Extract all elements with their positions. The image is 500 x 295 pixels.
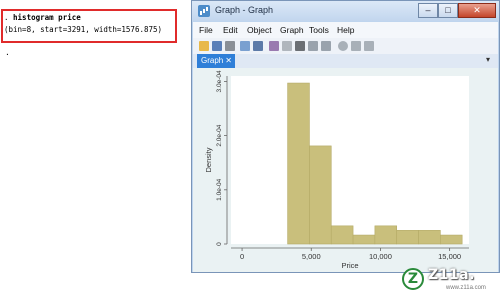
plot-frame: [231, 76, 469, 244]
command-output: . histogram price (bin=8, start=3291, wi…: [4, 12, 162, 36]
save-icon[interactable]: [212, 41, 222, 51]
minimize-button[interactable]: –: [418, 3, 438, 18]
results-prompt: .: [5, 48, 10, 57]
histogram-bar: [440, 234, 463, 245]
record-icon[interactable]: [338, 41, 348, 51]
menu-tools[interactable]: Tools: [309, 25, 329, 35]
menu-help[interactable]: Help: [337, 25, 354, 35]
command-prefix: .: [4, 13, 14, 22]
tab-graph-label: Graph: [201, 56, 224, 65]
y-tick-label: 2.0e-04: [216, 124, 223, 146]
histogram-bar: [309, 145, 332, 245]
histogram-chart: 0 5,000 10,000 15,000 0 1.0e-04 2.0e-04 3.0e-04…: [204, 70, 469, 270]
histogram-bar: [396, 230, 419, 245]
print-icon[interactable]: [225, 41, 235, 51]
redo-icon[interactable]: [321, 41, 331, 51]
rename-icon[interactable]: [253, 41, 263, 51]
menu-object[interactable]: Object: [247, 25, 272, 35]
x-axis-title: Price: [341, 261, 358, 270]
menu-bar: File Edit Object Graph Tools Help: [193, 22, 498, 38]
watermark-url: www.z11a.com: [446, 285, 486, 291]
window-titlebar[interactable]: Graph - Graph – □ ✕: [192, 1, 499, 21]
close-button[interactable]: ✕: [458, 3, 496, 18]
editor-icon[interactable]: [269, 41, 279, 51]
y-axis-title: Density: [204, 147, 213, 172]
maximize-button[interactable]: □: [438, 3, 458, 18]
grid-icon[interactable]: [282, 41, 292, 51]
graph-app-icon: [198, 5, 210, 17]
histogram-output: (bin=8, start=3291, width=1576.875): [4, 25, 163, 34]
window-title: Graph - Graph: [215, 5, 274, 15]
undo-icon[interactable]: [308, 41, 318, 51]
graph-window: Graph - Graph – □ ✕ File Edit Object Gra…: [191, 0, 500, 273]
x-tick-label: 15,000: [438, 252, 461, 261]
x-tick-label: 5,000: [302, 252, 321, 261]
pointer-icon[interactable]: [295, 41, 305, 51]
watermark-text: Z11a.: [428, 267, 475, 283]
y-tick-label: 0: [216, 242, 223, 246]
pause-icon[interactable]: [351, 41, 361, 51]
watermark-logo: Z: [402, 268, 424, 290]
x-tick-label: 10,000: [369, 252, 392, 261]
tab-row: Graph ✕ ▾: [193, 54, 498, 68]
chevron-down-icon[interactable]: ▾: [486, 55, 490, 64]
histogram-bar: [418, 230, 441, 245]
results-pane: . histogram price (bin=8, start=3291, wi…: [0, 0, 195, 295]
menu-edit[interactable]: Edit: [223, 25, 238, 35]
toolbar: [193, 38, 498, 55]
open-icon[interactable]: [199, 41, 209, 51]
histogram-bar: [374, 225, 398, 245]
histogram-bar: [330, 225, 354, 245]
copy-icon[interactable]: [240, 41, 250, 51]
plot-area: 0 5,000 10,000 15,000 0 1.0e-04 2.0e-04 3.0e-04…: [193, 68, 498, 272]
histogram-bar: [352, 234, 376, 245]
play-icon[interactable]: [364, 41, 374, 51]
y-tick-label: 3.0e-04: [216, 70, 223, 92]
x-tick-label: 0: [240, 252, 244, 261]
tab-close-icon[interactable]: ✕: [225, 54, 232, 68]
histogram-bar: [287, 82, 310, 245]
watermark: Z Z11a. www.z11a.com: [400, 266, 500, 295]
command-text: histogram price: [13, 13, 81, 22]
y-tick-label: 1.0e-04: [216, 178, 223, 200]
tab-graph[interactable]: Graph ✕: [197, 54, 235, 68]
menu-file[interactable]: File: [199, 25, 213, 35]
menu-graph[interactable]: Graph: [280, 25, 304, 35]
